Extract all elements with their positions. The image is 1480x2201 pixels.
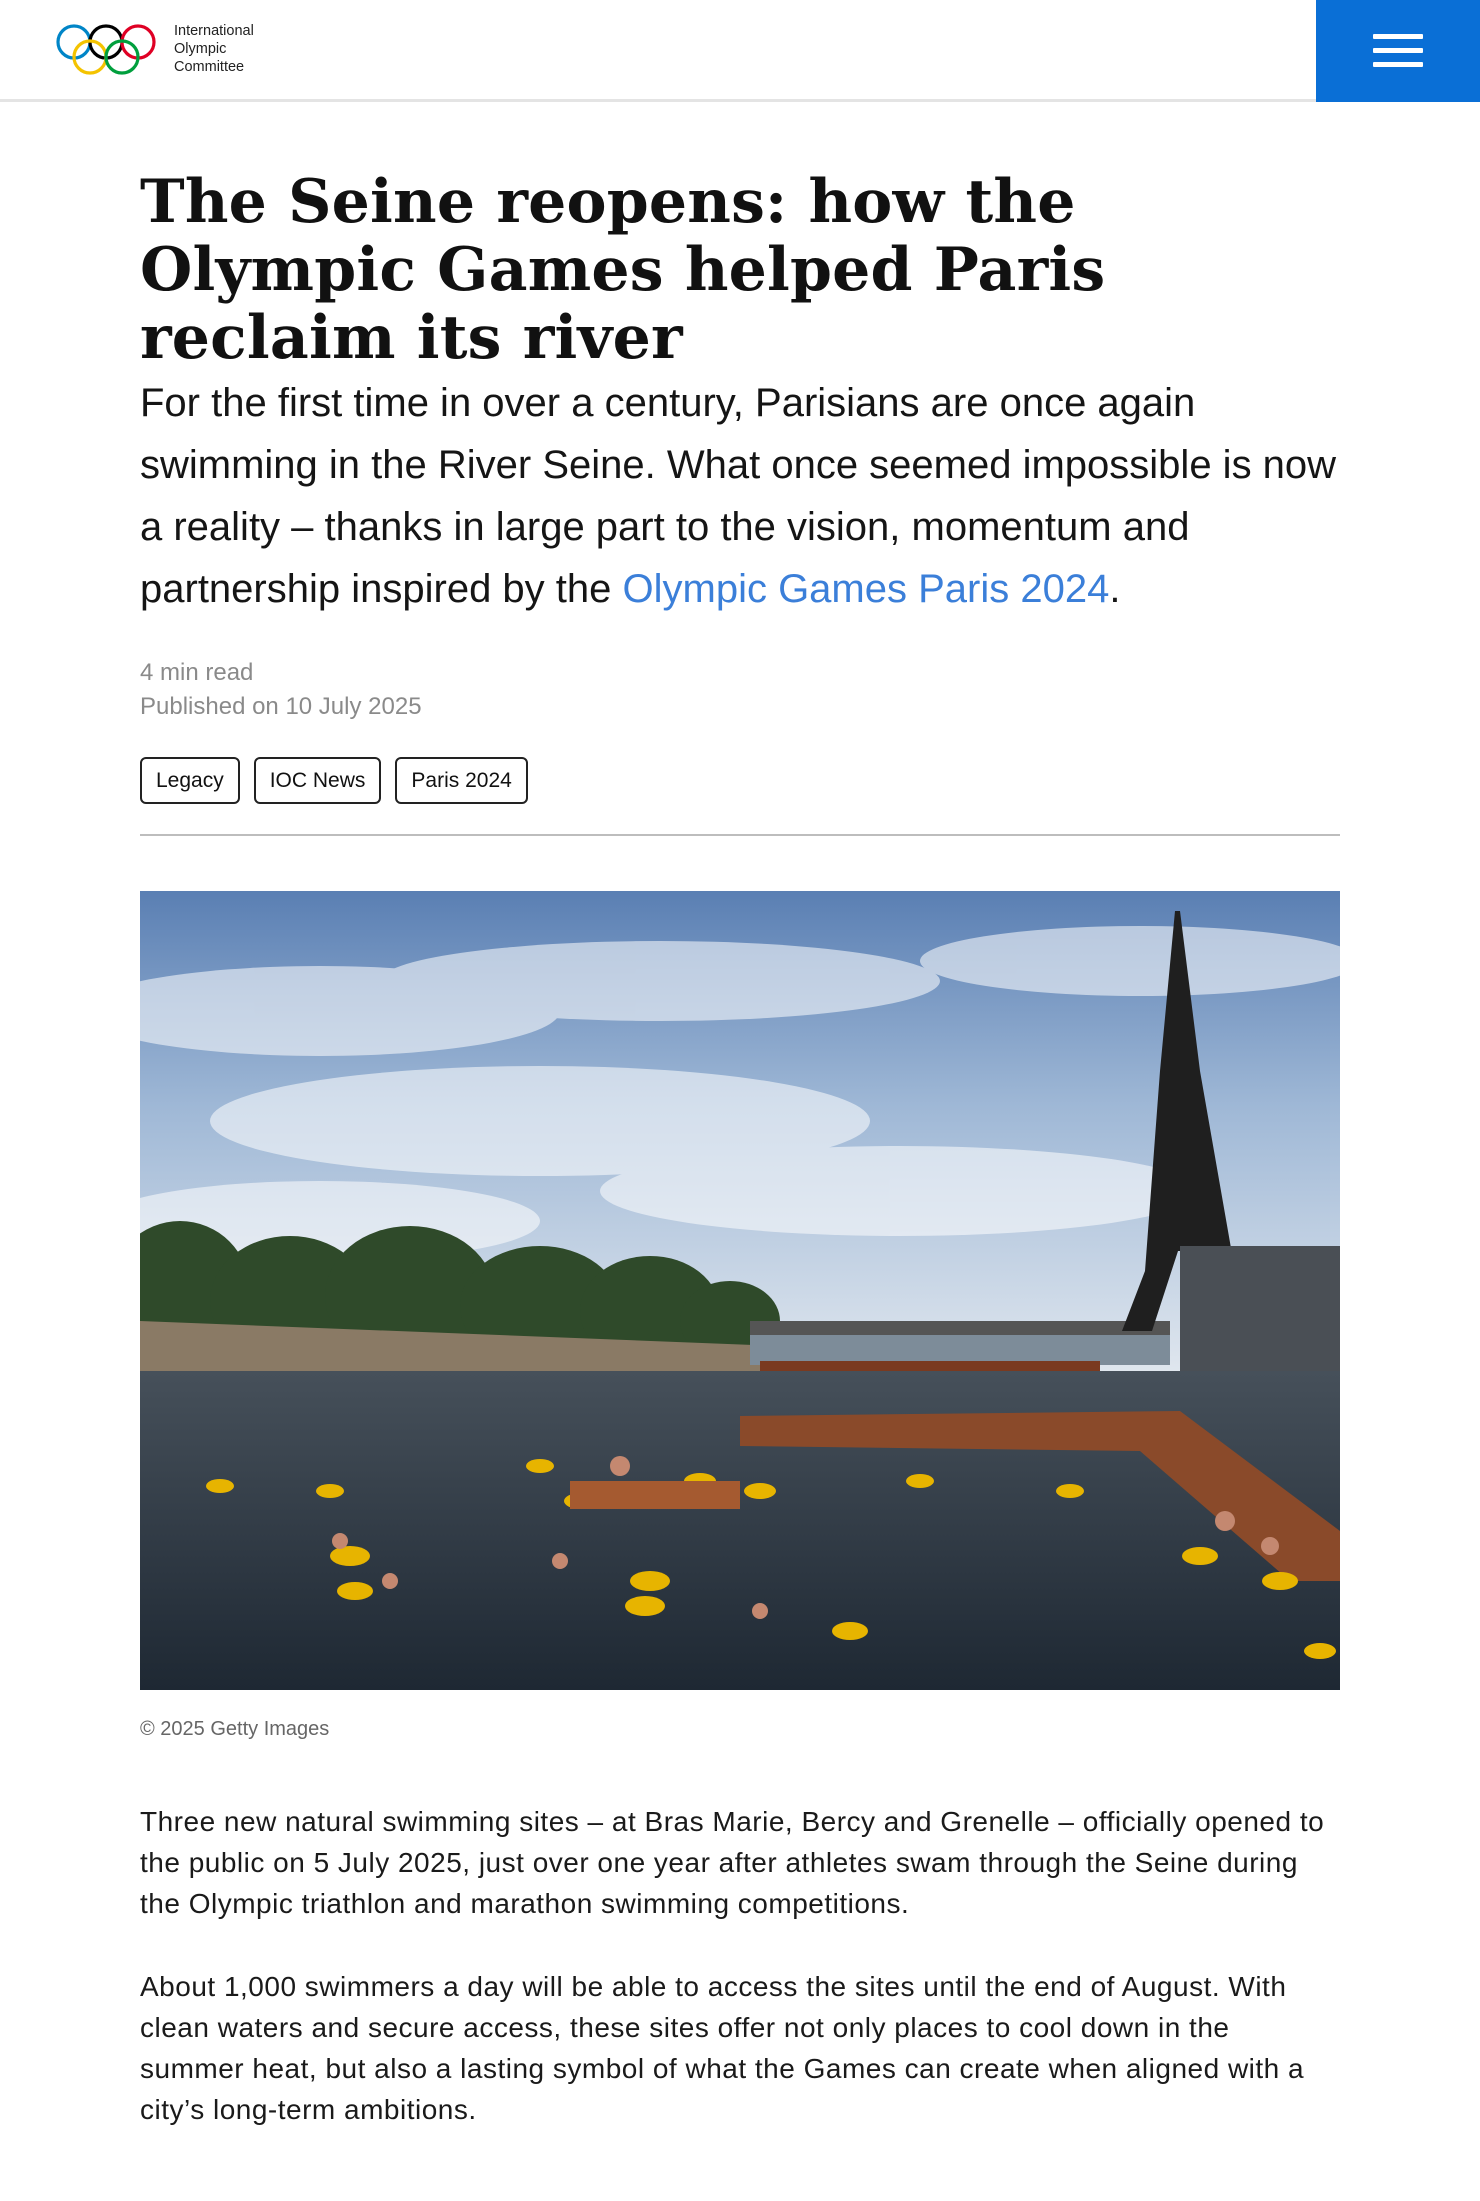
read-time: 4 min read <box>140 659 254 686</box>
article-title: The Seine reopens: how the Olympic Games… <box>140 167 1106 373</box>
hamburger-menu-icon <box>1373 34 1423 68</box>
paragraph-1: Three new natural swimming sites – at Br… <box>140 1806 1325 1919</box>
logo-line-2: Olympic <box>174 41 227 57</box>
image-caption: © 2025 Getty Images <box>140 1718 330 1740</box>
published-date: Published on 10 July 2025 <box>140 693 422 720</box>
article-meta: 4 min read Published on 10 July 2025 <box>140 656 422 724</box>
tag-ioc-news[interactable]: IOC News <box>253 757 382 804</box>
olympic-rings-icon <box>56 24 156 75</box>
logo-line-3: Committee <box>174 59 245 75</box>
tag-list: Legacy IOC News Paris 2024 <box>140 757 528 804</box>
lead-end: . <box>1109 567 1121 611</box>
logo-text: International Olympic Committee <box>174 22 254 76</box>
paragraph-2: About 1,000 swimmers a day will be able … <box>140 1971 1305 2125</box>
site-header: International Olympic Committee <box>0 0 1480 102</box>
tag-legacy[interactable]: Legacy <box>140 757 240 804</box>
logo-line-1: International <box>174 23 254 39</box>
seine-swimmers-photo <box>140 891 1340 1690</box>
article-lead: For the first time in over a century, Pa… <box>140 372 1340 620</box>
menu-button[interactable] <box>1316 0 1480 102</box>
hero-image <box>140 891 1340 1690</box>
divider <box>140 834 1340 836</box>
tag-paris-2024[interactable]: Paris 2024 <box>395 757 528 804</box>
ioc-logo[interactable]: International Olympic Committee <box>55 22 254 76</box>
olympic-games-paris-link[interactable]: Olympic Games Paris 2024 <box>623 567 1110 611</box>
